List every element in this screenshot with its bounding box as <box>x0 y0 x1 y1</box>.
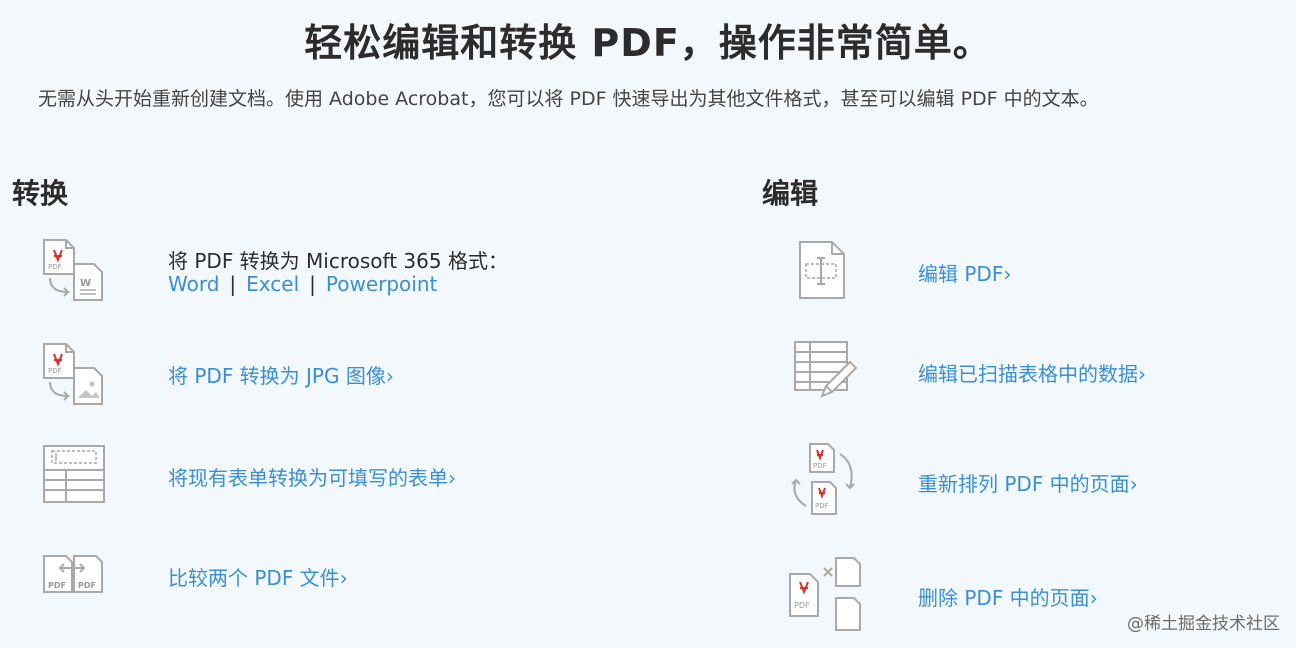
edit-table-icon <box>792 338 858 404</box>
svg-text:PDF: PDF <box>78 581 96 590</box>
separator: | <box>229 272 237 296</box>
svg-text:PDF: PDF <box>48 367 62 375</box>
reorder-pages-label[interactable]: 重新排列 PDF 中的页面 <box>918 472 1130 496</box>
form-icon <box>40 442 106 506</box>
excel-link[interactable]: Excel <box>246 272 299 296</box>
delete-pages-icon: PDF <box>786 554 866 634</box>
compare-pdf-link[interactable]: 比较两个 PDF 文件› <box>168 562 348 591</box>
delete-pages-link[interactable]: 删除 PDF 中的页面› <box>918 582 1098 611</box>
chevron-right-icon: › <box>1129 472 1138 496</box>
page-title: 轻松编辑和转换 PDF，操作非常简单。 <box>304 21 992 65</box>
fillable-form-label[interactable]: 将现有表单转换为可填写的表单 <box>168 466 448 490</box>
chevron-right-icon: › <box>385 364 394 388</box>
svg-text:PDF: PDF <box>48 581 66 590</box>
delete-pages-label[interactable]: 删除 PDF 中的页面 <box>918 586 1090 610</box>
separator: | <box>309 272 316 296</box>
svg-text:PDF: PDF <box>48 263 62 271</box>
chevron-right-icon: › <box>1138 362 1146 386</box>
pdf-to-image-icon: PDF <box>40 340 106 408</box>
reorder-pages-icon: PDF PDF <box>786 440 862 520</box>
powerpoint-link[interactable]: Powerpoint <box>326 272 437 296</box>
fillable-form-link[interactable]: 将现有表单转换为可填写的表单› <box>168 462 456 491</box>
edit-pdf-link[interactable]: 编辑 PDF› <box>918 258 1011 287</box>
pdf-to-jpg-label[interactable]: 将 PDF 转换为 JPG 图像 <box>168 364 386 388</box>
pdf-to-word-icon: PDF W <box>40 236 106 304</box>
svg-text:W: W <box>80 278 91 289</box>
convert-heading: 转换 <box>12 177 69 210</box>
edit-heading: 编辑 <box>762 177 819 210</box>
compare-pdf-icon: PDF PDF <box>40 548 106 598</box>
edit-scanned-table-link[interactable]: 编辑已扫描表格中的数据› <box>918 358 1146 387</box>
reorder-pages-link[interactable]: 重新排列 PDF 中的页面› <box>918 468 1138 497</box>
chevron-right-icon: › <box>448 466 456 490</box>
chevron-right-icon: › <box>1089 586 1098 610</box>
chevron-right-icon: › <box>339 566 348 590</box>
svg-text:PDF: PDF <box>813 462 827 470</box>
svg-text:PDF: PDF <box>815 502 829 510</box>
page-subtitle: 无需从头开始重新创建文档。使用 Adobe Acrobat，您可以将 PDF 快… <box>38 88 1099 110</box>
edit-scanned-table-label[interactable]: 编辑已扫描表格中的数据 <box>918 362 1138 386</box>
pdf-to-jpg-link[interactable]: 将 PDF 转换为 JPG 图像› <box>168 360 394 389</box>
watermark: @稀土掘金技术社区 <box>1127 614 1280 634</box>
svg-text:PDF: PDF <box>794 601 810 610</box>
word-link[interactable]: Word <box>168 272 219 296</box>
office-convert-text: 将 PDF 转换为 Microsoft 365 格式： <box>168 249 508 273</box>
chevron-right-icon: › <box>1003 262 1012 286</box>
edit-text-icon <box>794 238 850 302</box>
edit-pdf-label[interactable]: 编辑 PDF <box>918 262 1003 286</box>
office-links: Word | Excel | Powerpoint <box>168 272 437 296</box>
compare-pdf-label[interactable]: 比较两个 PDF 文件 <box>168 566 340 590</box>
